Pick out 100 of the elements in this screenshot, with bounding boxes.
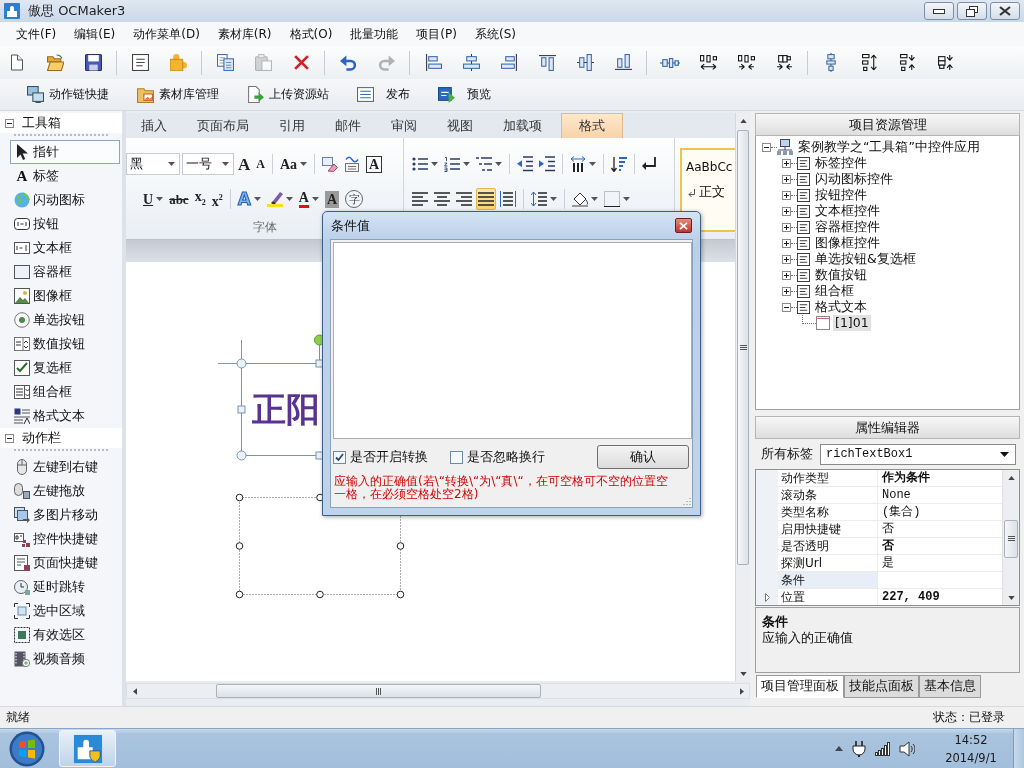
menu-item[interactable]: 项目(P): [407, 23, 466, 45]
tree-node[interactable]: 单选按钮&复选框: [813, 251, 918, 267]
ribbon-button[interactable]: [602, 188, 632, 210]
toolbox-item[interactable]: 复选框: [10, 356, 120, 380]
menu-item[interactable]: 编辑(E): [65, 23, 125, 45]
horizontal-scrollbar[interactable]: [126, 683, 750, 699]
tree-node[interactable]: 文本框控件: [813, 203, 882, 219]
panel-tab[interactable]: 基本信息: [919, 675, 981, 698]
toolbox-item[interactable]: 按钮: [10, 212, 120, 236]
format-button[interactable]: x$_{2}$: [192, 188, 208, 210]
toolbox-item[interactable]: 图像框: [10, 284, 120, 308]
toolbox-item[interactable]: 数值按钮: [10, 332, 120, 356]
toolbox-item[interactable]: 多图片移动: [10, 503, 120, 527]
dropdown-field[interactable]: 黑: [126, 153, 180, 175]
property-name[interactable]: 启用快捷键: [778, 521, 878, 538]
toolbox-item[interactable]: 文本框: [10, 236, 120, 260]
menu-item[interactable]: 系统(S): [465, 23, 525, 45]
quick-button[interactable]: 动作链快捷: [24, 84, 112, 105]
tree-node[interactable]: 格式文本: [813, 299, 869, 315]
toolbox-item[interactable]: 容器框: [10, 260, 120, 284]
ribbon-tab[interactable]: 邮件: [320, 113, 376, 138]
toolbox-item[interactable]: 格式文本: [10, 404, 120, 428]
section-header[interactable]: 动作栏: [0, 428, 122, 448]
ribbon-tab[interactable]: 格式: [561, 113, 623, 138]
toolbox-item[interactable]: 左键到右键: [10, 455, 120, 479]
format-button[interactable]: Aa: [277, 153, 310, 175]
scroll-thumb[interactable]: [216, 684, 541, 698]
ribbon-button[interactable]: [498, 188, 518, 210]
toolbox-item[interactable]: 单选按钮: [10, 308, 120, 332]
toolbox-item[interactable]: 有效选区: [10, 623, 120, 647]
tree-node[interactable]: 组合框: [813, 283, 856, 299]
tree-node[interactable]: [1]01: [833, 315, 871, 331]
format-button[interactable]: A: [322, 188, 342, 210]
vertical-scrollbar[interactable]: [1002, 470, 1019, 605]
plug-icon[interactable]: [851, 740, 867, 757]
toolbox-item[interactable]: 延时跳转: [10, 575, 120, 599]
format-button[interactable]: A: [236, 153, 253, 175]
quick-button[interactable]: 素材库管理: [134, 84, 222, 105]
format-button[interactable]: A: [364, 153, 385, 175]
toolbox-item[interactable]: 视频音频: [10, 647, 120, 671]
property-name[interactable]: 动作类型: [778, 470, 878, 487]
toolbox-item[interactable]: 左键拖放: [10, 479, 120, 503]
dropdown-field[interactable]: richTextBox1: [820, 443, 1016, 465]
checkbox[interactable]: [450, 450, 463, 464]
close-button[interactable]: [990, 2, 1020, 20]
format-button[interactable]: A: [296, 188, 321, 210]
quick-button[interactable]: 发布: [354, 84, 413, 105]
ribbon-button[interactable]: [568, 153, 598, 175]
tree-node[interactable]: 图像框控件: [813, 235, 882, 251]
up-arrow-icon[interactable]: [835, 746, 843, 751]
tree-node[interactable]: 标签控件: [813, 155, 869, 171]
property-name[interactable]: 类型名称: [778, 504, 878, 521]
ribbon-button[interactable]: [476, 188, 496, 210]
toolbox-item[interactable]: 选中区域: [10, 599, 120, 623]
menu-item[interactable]: 动作菜单(D): [124, 23, 209, 45]
menu-item[interactable]: 批量功能: [341, 23, 408, 45]
toolbox-item[interactable]: 组合框: [10, 380, 120, 404]
section-header[interactable]: 工具箱: [0, 113, 122, 133]
toolbox-item[interactable]: 页面快捷键: [10, 551, 120, 575]
tree-node[interactable]: 案例教学之“工具箱”中控件应用: [796, 139, 982, 155]
toolbox-item[interactable]: 闪动图标: [10, 188, 120, 212]
minimize-button[interactable]: [924, 2, 954, 20]
close-button[interactable]: [675, 218, 692, 233]
tree-node[interactable]: 闪动图标控件: [813, 171, 895, 187]
ribbon-tab[interactable]: 审阅: [376, 113, 432, 138]
toolbox-item[interactable]: 指针: [10, 140, 120, 164]
quick-button[interactable]: 上传资源站: [244, 84, 332, 105]
start-button[interactable]: [7, 729, 47, 768]
tree-node[interactable]: 按钮控件: [813, 187, 869, 203]
taskbar-app-button[interactable]: [59, 730, 116, 767]
menu-item[interactable]: 素材库(R): [208, 23, 281, 45]
vertical-scrollbar[interactable]: [735, 113, 750, 681]
restore-button[interactable]: [957, 2, 987, 20]
ribbon-tab[interactable]: 视图: [432, 113, 488, 138]
scroll-thumb[interactable]: [1004, 520, 1018, 558]
format-button[interactable]: A: [254, 153, 267, 175]
property-name[interactable]: 位置: [778, 589, 878, 605]
menu-item[interactable]: 文件(F): [7, 23, 66, 45]
quick-button[interactable]: 预览: [435, 84, 494, 105]
menu-item[interactable]: 格式(O): [280, 23, 342, 45]
tree-node[interactable]: 数值按钮: [813, 267, 869, 283]
dropdown-field[interactable]: 一号: [182, 153, 234, 175]
property-name[interactable]: 滚动条: [778, 487, 878, 504]
panel-tab[interactable]: 项目管理面板: [756, 675, 844, 698]
checkbox[interactable]: [333, 450, 346, 464]
ribbon-tab[interactable]: 页面布局: [182, 113, 264, 138]
panel-tab[interactable]: 技能点面板: [844, 675, 919, 698]
format-button[interactable]: x$^{2}$: [209, 188, 225, 210]
ribbon-tab[interactable]: 插入: [126, 113, 182, 138]
confirm-button[interactable]: 确认: [597, 445, 689, 469]
tree-node[interactable]: 容器框控件: [813, 219, 882, 235]
ribbon-tab[interactable]: 加载项: [488, 113, 557, 138]
clock[interactable]: 14:52 2014/9/1: [935, 730, 1007, 767]
toolbox-item[interactable]: 控件快捷键: [10, 527, 120, 551]
format-button[interactable]: U: [141, 188, 166, 210]
property-name[interactable]: 是否透明: [778, 538, 878, 555]
property-name[interactable]: 条件: [778, 572, 878, 589]
ribbon-tab[interactable]: 引用: [264, 113, 320, 138]
format-button[interactable]: abc: [167, 188, 191, 210]
scroll-thumb[interactable]: [737, 130, 749, 565]
